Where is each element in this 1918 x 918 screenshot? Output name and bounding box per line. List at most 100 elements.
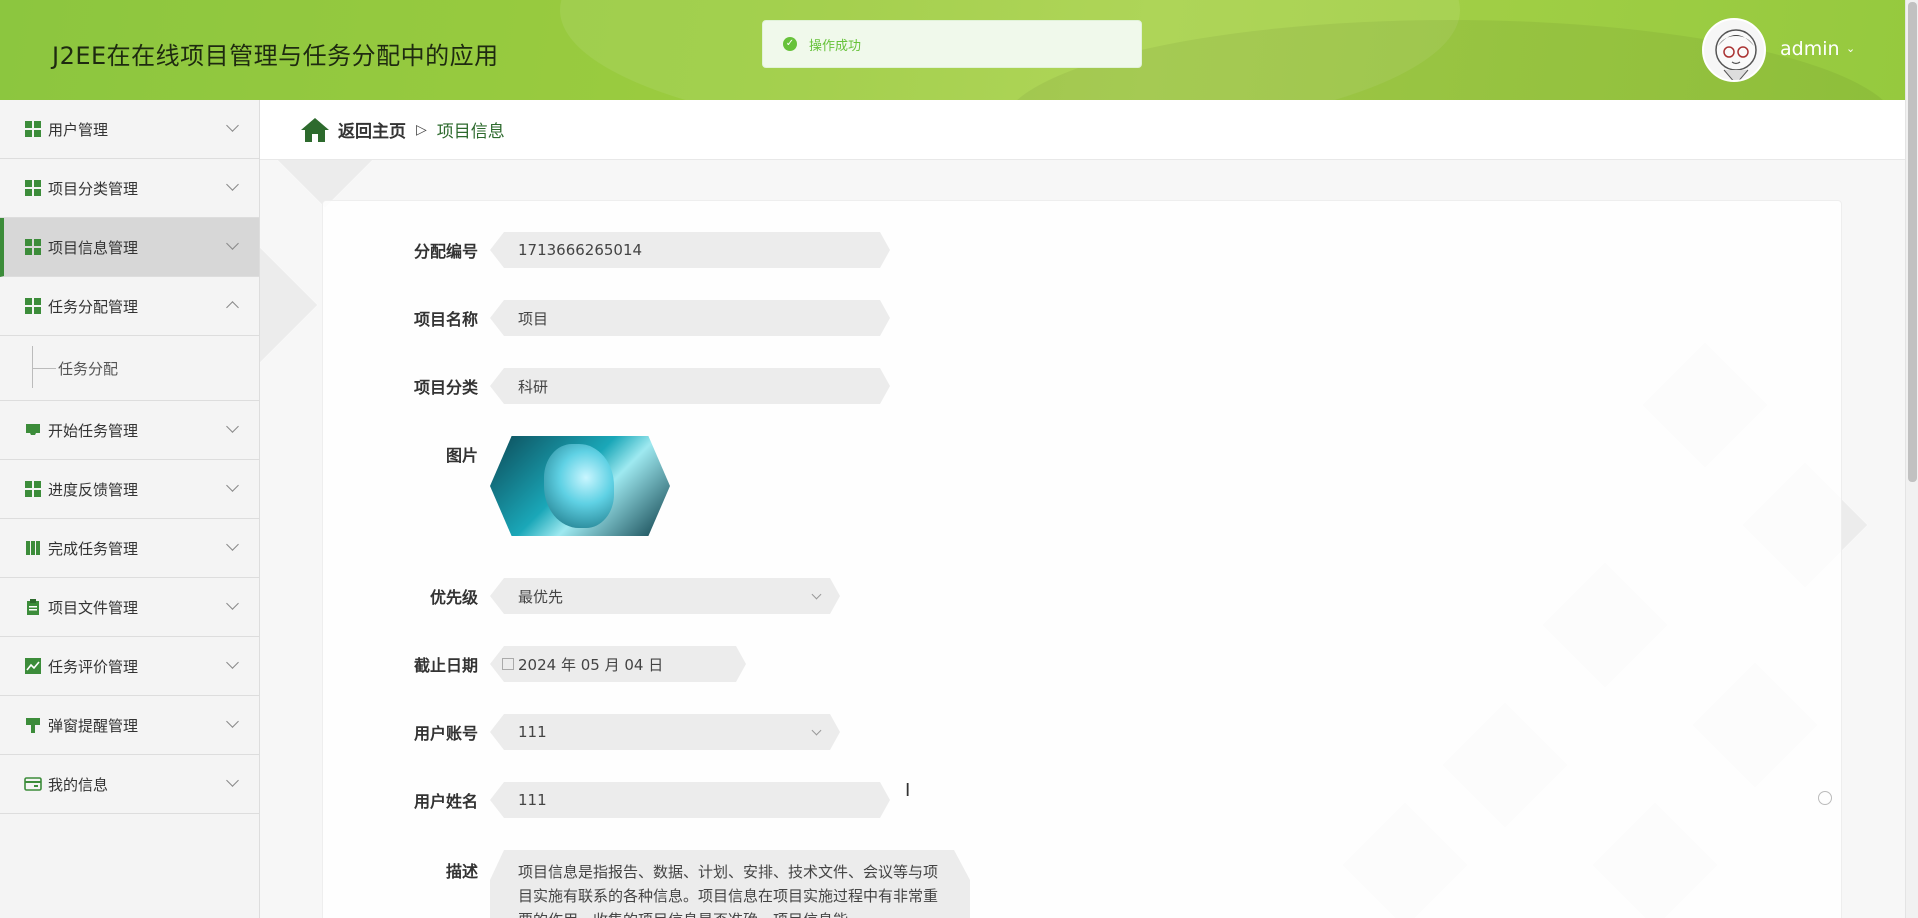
success-toast: ✓ 操作成功 — [762, 20, 1142, 68]
sidebar-item-label: 我的信息 — [48, 775, 109, 794]
sidebar-subitem-task-assignment[interactable]: 任务分配 — [0, 336, 259, 401]
background-tile — [260, 241, 319, 369]
form-row-category: 项目分类 科研 — [380, 368, 890, 404]
sidebar-item-task-assignment-management[interactable]: 任务分配管理 — [0, 277, 259, 336]
breadcrumb: 返回主页 ▷ 项目信息 — [260, 100, 1905, 160]
form-row-assign-no: 分配编号 1713666265014 — [380, 232, 890, 268]
grid-icon — [25, 298, 41, 314]
form-row-project-name: 项目名称 项目 — [380, 300, 890, 336]
card-icon — [24, 777, 42, 791]
sidebar-item-label: 弹窗提醒管理 — [48, 716, 139, 735]
form-row-description: 描述 项目信息是指报告、数据、计划、安排、技术文件、会议等与项目实施有联系的各种… — [380, 850, 970, 918]
grid-icon — [25, 239, 41, 255]
sidebar-item-category-management[interactable]: 项目分类管理 — [0, 159, 259, 218]
deadline-date-input[interactable]: 2024 年 05 月 04 日 — [490, 646, 746, 682]
chevron-up-icon — [226, 301, 239, 314]
sidebar-item-popup-reminder-management[interactable]: 弹窗提醒管理 — [0, 696, 259, 755]
breadcrumb-separator: ▷ — [416, 121, 427, 138]
chevron-down-icon — [226, 237, 239, 250]
chevron-down-icon — [226, 774, 239, 787]
circle-icon — [1818, 791, 1832, 805]
scrollbar-thumb[interactable] — [1908, 2, 1917, 482]
field-label: 项目名称 — [413, 310, 478, 329]
avatar[interactable] — [1702, 18, 1766, 82]
ai-face-illustration — [544, 444, 614, 528]
calendar-icon — [502, 658, 514, 670]
account-select[interactable]: 111 — [490, 714, 840, 750]
sidebar-item-label: 任务分配管理 — [48, 297, 139, 316]
sidebar-item-start-task-management[interactable]: 开始任务管理 — [0, 401, 259, 460]
field-label: 优先级 — [429, 588, 478, 607]
sidebar-item-label: 项目文件管理 — [48, 598, 139, 617]
sidebar-item-complete-task-management[interactable]: 完成任务管理 — [0, 519, 259, 578]
check-circle-icon: ✓ — [783, 37, 797, 51]
main-content: 分配编号 1713666265014 项目名称 项目 项目分类 科研 图片 优先… — [260, 160, 1905, 918]
form-row-username: 用户姓名 111 — [380, 782, 890, 818]
toast-message: 操作成功 — [809, 38, 862, 54]
chevron-down-icon — [226, 178, 239, 191]
chevron-down-icon — [226, 656, 239, 669]
priority-value: 最优先 — [518, 587, 564, 606]
grid-icon — [25, 180, 41, 196]
chevron-down-icon — [226, 715, 239, 728]
sidebar-item-my-info[interactable]: 我的信息 — [0, 755, 259, 814]
text-cursor-icon: I — [905, 780, 911, 801]
sidebar-item-label: 项目分类管理 — [48, 179, 139, 198]
project-name-field[interactable]: 项目 — [490, 300, 890, 336]
category-field[interactable]: 科研 — [490, 368, 890, 404]
breadcrumb-current: 项目信息 — [436, 122, 505, 142]
sidebar-subitem-label: 任务分配 — [58, 360, 119, 378]
chevron-down-icon — [226, 420, 239, 433]
account-value: 111 — [518, 723, 547, 741]
book-icon — [26, 541, 40, 555]
chevron-down-icon — [226, 538, 239, 551]
sidebar: 用户管理 项目分类管理 项目信息管理 任务分配管理 任务分配 开始任务管理 进度… — [0, 100, 260, 918]
deadline-value: 2024 年 05 月 04 日 — [518, 655, 664, 674]
field-label: 分配编号 — [413, 242, 478, 261]
page-scrollbar[interactable] — [1905, 0, 1918, 918]
clipboard-icon — [27, 599, 39, 615]
project-image[interactable] — [490, 436, 670, 536]
field-label: 描述 — [445, 862, 478, 881]
field-label: 用户姓名 — [413, 792, 478, 811]
field-label: 截止日期 — [413, 656, 478, 675]
sidebar-item-label: 用户管理 — [48, 120, 109, 139]
chevron-down-icon — [812, 590, 822, 600]
form-row-deadline: 截止日期 2024 年 05 月 04 日 — [380, 646, 746, 682]
username-field[interactable]: 111 — [490, 782, 890, 818]
top-header: J2EE在在线项目管理与任务分配中的应用 ✓ 操作成功 admin ⌄ — [0, 0, 1918, 100]
sidebar-item-progress-feedback-management[interactable]: 进度反馈管理 — [0, 460, 259, 519]
sidebar-item-project-info-management[interactable]: 项目信息管理 — [0, 218, 259, 277]
sidebar-item-label: 进度反馈管理 — [48, 480, 139, 499]
brush-icon — [26, 718, 40, 733]
form-row-image: 图片 — [380, 436, 670, 536]
field-label: 图片 — [445, 446, 478, 465]
chart-icon — [25, 658, 41, 674]
grid-icon — [25, 121, 41, 137]
home-icon[interactable] — [300, 117, 330, 143]
sidebar-item-project-file-management[interactable]: 项目文件管理 — [0, 578, 259, 637]
form-row-account: 用户账号 111 — [380, 714, 840, 750]
chevron-down-icon — [226, 597, 239, 610]
tree-line — [32, 368, 56, 369]
sidebar-item-label: 任务评价管理 — [48, 657, 139, 676]
chevron-down-icon — [226, 479, 239, 492]
sidebar-item-label: 开始任务管理 — [48, 421, 139, 440]
tree-line — [32, 346, 33, 388]
field-label: 项目分类 — [413, 378, 478, 397]
breadcrumb-home-link[interactable]: 返回主页 — [338, 117, 406, 142]
sidebar-item-task-evaluation-management[interactable]: 任务评价管理 — [0, 637, 259, 696]
description-textarea[interactable]: 项目信息是指报告、数据、计划、安排、技术文件、会议等与项目实施有联系的各种信息。… — [490, 850, 970, 918]
grid-icon — [25, 481, 41, 497]
sidebar-item-label: 项目信息管理 — [48, 238, 139, 257]
priority-select[interactable]: 最优先 — [490, 578, 840, 614]
user-name[interactable]: admin — [1780, 38, 1840, 60]
chevron-down-icon — [812, 726, 822, 736]
form-row-priority: 优先级 最优先 — [380, 578, 840, 614]
chevron-down-icon — [226, 119, 239, 132]
chevron-down-icon[interactable]: ⌄ — [1846, 42, 1855, 55]
assign-no-field[interactable]: 1713666265014 — [490, 232, 890, 268]
inbox-icon — [26, 424, 40, 435]
sidebar-item-user-management[interactable]: 用户管理 — [0, 100, 259, 159]
app-title: J2EE在在线项目管理与任务分配中的应用 — [52, 42, 499, 70]
